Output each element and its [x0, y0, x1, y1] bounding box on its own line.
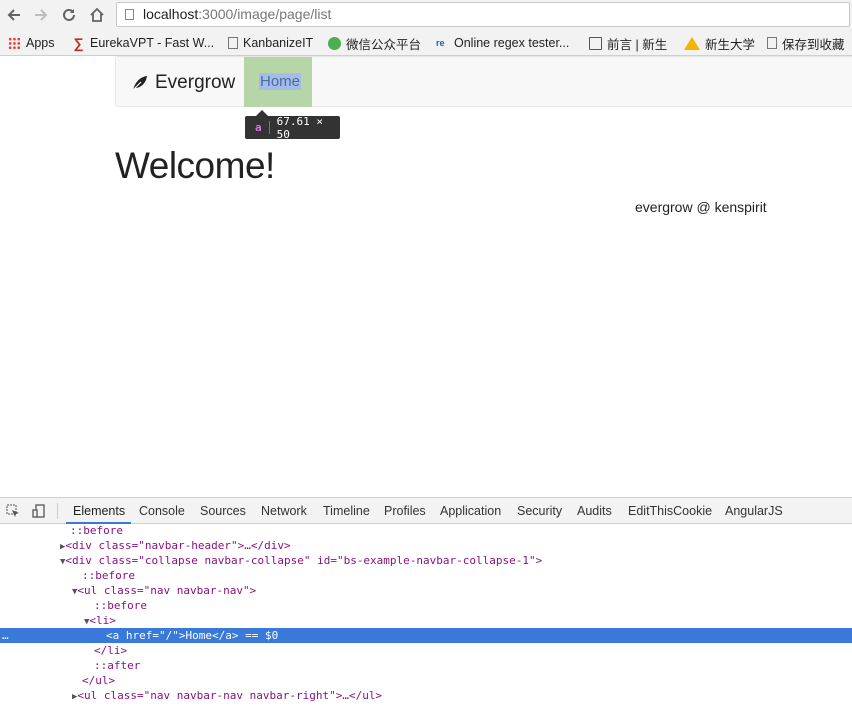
page-icon — [125, 9, 134, 20]
nav-home-label: Home — [259, 73, 302, 90]
devtools-divider — [57, 503, 58, 519]
tab-console[interactable]: Console — [139, 504, 185, 518]
sigma-icon: ∑ — [73, 34, 84, 51]
tab-network[interactable]: Network — [261, 504, 307, 518]
forward-icon[interactable] — [31, 5, 51, 25]
apps-grid-icon — [8, 36, 21, 50]
url-text: localhost:3000/image/page/list — [143, 6, 332, 22]
bookmark-kanbanizeit[interactable]: KanbanizeIT — [228, 34, 313, 52]
bookmark-regex[interactable]: re Online regex tester... — [436, 34, 569, 52]
dom-line[interactable]: ▶<ul class="nav navbar-nav navbar-right"… — [72, 688, 382, 703]
tooltip-tag: a — [255, 121, 262, 134]
dom-line[interactable]: ▼<li> — [84, 613, 116, 628]
tooltip-divider — [268, 121, 270, 134]
page-heading: Welcome! — [115, 145, 275, 186]
tab-profiles[interactable]: Profiles — [384, 504, 426, 518]
dom-line[interactable]: ::before — [94, 598, 147, 613]
regex-icon: re — [436, 37, 445, 48]
brand-link[interactable]: Evergrow — [131, 72, 235, 94]
home-icon[interactable] — [87, 5, 107, 25]
page-icon — [228, 37, 238, 49]
nav-home-link[interactable]: Home — [244, 57, 312, 107]
brand-name: Evergrow — [155, 72, 236, 93]
tab-audits[interactable]: Audits — [577, 504, 612, 518]
tab-sources[interactable]: Sources — [200, 504, 246, 518]
device-toolbar-icon[interactable] — [32, 504, 46, 518]
tab-angularjs[interactable]: AngularJS — [725, 504, 783, 518]
bookmark-preface[interactable]: 前言 | 新生 — [589, 34, 667, 52]
tab-security[interactable]: Security — [517, 504, 562, 518]
row-options-icon[interactable]: … — [2, 628, 9, 643]
footer-credit: evergrow @ kenspirit — [635, 199, 767, 215]
dom-line[interactable]: ::before — [82, 568, 135, 583]
book-icon — [589, 36, 602, 50]
dom-line[interactable]: ::after — [94, 658, 140, 673]
tooltip-size: 67.61 × 50 — [276, 114, 323, 141]
leaf-icon — [132, 76, 147, 91]
dom-line[interactable]: ▼<ul class="nav navbar-nav"> — [72, 583, 256, 598]
dom-line[interactable]: ▼<div class="collapse navbar-collapse" i… — [60, 553, 542, 568]
page-icon — [767, 37, 777, 49]
inspector-tooltip: a 67.61 × 50 — [245, 114, 340, 141]
selected-dom-text: <a href="/">Home</a> == $0 — [106, 629, 279, 642]
selected-dom-row[interactable]: … <a href="/">Home</a> == $0 — [0, 628, 852, 643]
tab-elements[interactable]: Elements — [73, 504, 125, 518]
address-bar[interactable]: localhost:3000/image/page/list — [116, 2, 850, 27]
dom-line[interactable]: </li> — [94, 643, 127, 658]
bookmark-wechat[interactable]: 微信公众平台 — [328, 34, 421, 52]
bookmark-save[interactable]: 保存到收藏 — [767, 34, 845, 52]
reload-icon[interactable] — [59, 5, 79, 25]
tab-application[interactable]: Application — [440, 504, 501, 518]
bookmark-xinsheng[interactable]: 新生大学 — [684, 34, 755, 52]
back-icon[interactable] — [4, 5, 24, 25]
tab-timeline[interactable]: Timeline — [323, 504, 370, 518]
dom-line[interactable]: </ul> — [82, 673, 115, 688]
inspect-element-icon[interactable] — [6, 504, 20, 518]
triangle-logo-icon — [684, 36, 700, 50]
bookmark-eurekavpt[interactable]: ∑ EurekaVPT - Fast W... — [72, 34, 215, 52]
dom-line[interactable]: ▶<div class="navbar-header">…</div> — [60, 538, 291, 553]
wechat-icon — [328, 36, 341, 50]
bookmark-apps[interactable]: Apps — [8, 34, 55, 52]
tab-editthiscookie[interactable]: EditThisCookie — [628, 504, 712, 518]
dom-line[interactable]: ::before — [70, 523, 123, 538]
